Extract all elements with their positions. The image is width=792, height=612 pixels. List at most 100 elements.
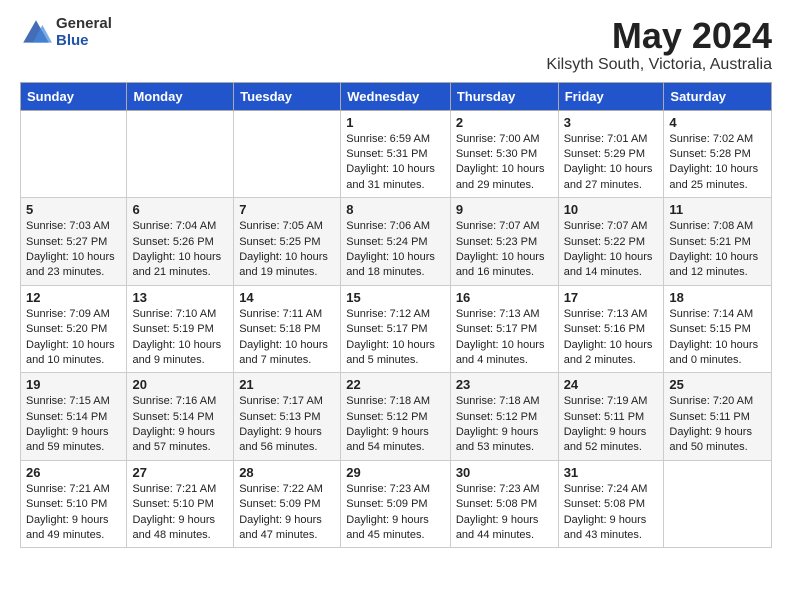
calendar-week-4: 19Sunrise: 7:15 AMSunset: 5:14 PMDayligh… <box>21 373 772 461</box>
day-number: 6 <box>132 202 228 217</box>
day-number: 10 <box>564 202 659 217</box>
day-number: 16 <box>456 290 553 305</box>
calendar-cell: 23 Sunrise: 7:18 AMSunset: 5:12 PMDayligh… <box>450 373 558 461</box>
header-tuesday: Tuesday <box>234 82 341 110</box>
calendar-cell: 13Sunrise: 7:10 AMSunset: 5:19 PMDayligh… <box>127 285 234 373</box>
day-info: Sunrise: 7:03 AMSunset: 5:27 PMDaylight:… <box>26 219 121 281</box>
day-number: 22 <box>346 377 445 392</box>
logo: General Blue <box>20 16 112 49</box>
calendar-cell: 10 Sunrise: 7:07 AMSunset: 5:22 PMDayligh… <box>558 198 664 286</box>
day-info: Sunrise: 7:02 AMSunset: 5:28 PMDaylight:… <box>669 132 766 194</box>
title-block: May 2024 Kilsyth South, Victoria, Austra… <box>546 16 772 74</box>
calendar-week-1: 1 Sunrise: 6:59 AMSunset: 5:31 PMDaylight… <box>21 110 772 198</box>
day-number: 24 <box>564 377 659 392</box>
calendar-cell: 3 Sunrise: 7:01 AMSunset: 5:29 PMDaylight… <box>558 110 664 198</box>
day-number: 30 <box>456 465 553 480</box>
calendar-cell: 30Sunrise: 7:23 AMSunset: 5:08 PMDayligh… <box>450 460 558 548</box>
day-info: Sunrise: 7:21 AMSunset: 5:10 PMDaylight:… <box>132 482 228 544</box>
logo-icon <box>20 17 52 49</box>
day-info: Sunrise: 7:20 AMSunset: 5:11 PMDaylight:… <box>669 394 766 456</box>
day-number: 4 <box>669 115 766 130</box>
calendar-cell: 17Sunrise: 7:13 AMSunset: 5:16 PMDayligh… <box>558 285 664 373</box>
calendar-week-3: 12Sunrise: 7:09 AMSunset: 5:20 PMDayligh… <box>21 285 772 373</box>
day-number: 18 <box>669 290 766 305</box>
day-number: 2 <box>456 115 553 130</box>
day-number: 1 <box>346 115 445 130</box>
day-info: Sunrise: 7:24 AMSunset: 5:08 PMDaylight:… <box>564 482 659 544</box>
day-info: Sunrise: 7:01 AMSunset: 5:29 PMDaylight:… <box>564 132 659 194</box>
day-number: 27 <box>132 465 228 480</box>
day-info: Sunrise: 7:06 AMSunset: 5:24 PMDaylight:… <box>346 219 445 281</box>
calendar-week-5: 26Sunrise: 7:21 AMSunset: 5:10 PMDayligh… <box>21 460 772 548</box>
day-info: Sunrise: 7:08 AMSunset: 5:21 PMDaylight:… <box>669 219 766 281</box>
day-number: 5 <box>26 202 121 217</box>
calendar-cell: 5 Sunrise: 7:03 AMSunset: 5:27 PMDaylight… <box>21 198 127 286</box>
calendar-cell: 29Sunrise: 7:23 AMSunset: 5:09 PMDayligh… <box>341 460 451 548</box>
day-number: 15 <box>346 290 445 305</box>
calendar-cell: 26Sunrise: 7:21 AMSunset: 5:10 PMDayligh… <box>21 460 127 548</box>
calendar-cell: 4 Sunrise: 7:02 AMSunset: 5:28 PMDaylight… <box>664 110 772 198</box>
calendar-cell: 20 Sunrise: 7:16 AMSunset: 5:14 PMDayligh… <box>127 373 234 461</box>
calendar-cell: 6 Sunrise: 7:04 AMSunset: 5:26 PMDaylight… <box>127 198 234 286</box>
calendar-cell: 27 Sunrise: 7:21 AMSunset: 5:10 PMDayligh… <box>127 460 234 548</box>
day-number: 9 <box>456 202 553 217</box>
day-info: Sunrise: 7:22 AMSunset: 5:09 PMDaylight:… <box>239 482 335 544</box>
calendar-cell: 16 Sunrise: 7:13 AMSunset: 5:17 PMDayligh… <box>450 285 558 373</box>
day-info: Sunrise: 7:18 AMSunset: 5:12 PMDaylight:… <box>346 394 445 456</box>
calendar-cell: 9 Sunrise: 7:07 AMSunset: 5:23 PMDaylight… <box>450 198 558 286</box>
calendar-cell: 19Sunrise: 7:15 AMSunset: 5:14 PMDayligh… <box>21 373 127 461</box>
day-number: 13 <box>132 290 228 305</box>
day-number: 7 <box>239 202 335 217</box>
day-info: Sunrise: 7:13 AMSunset: 5:16 PMDaylight:… <box>564 307 659 369</box>
calendar-week-2: 5 Sunrise: 7:03 AMSunset: 5:27 PMDaylight… <box>21 198 772 286</box>
day-info: Sunrise: 7:12 AMSunset: 5:17 PMDaylight:… <box>346 307 445 369</box>
calendar-cell: 22 Sunrise: 7:18 AMSunset: 5:12 PMDayligh… <box>341 373 451 461</box>
header-row: Sunday Monday Tuesday Wednesday Thursday… <box>21 82 772 110</box>
calendar-cell <box>234 110 341 198</box>
logo-blue: Blue <box>56 33 112 50</box>
header-thursday: Thursday <box>450 82 558 110</box>
day-info: Sunrise: 7:07 AMSunset: 5:22 PMDaylight:… <box>564 219 659 281</box>
calendar-cell: 14 Sunrise: 7:11 AMSunset: 5:18 PMDayligh… <box>234 285 341 373</box>
day-number: 29 <box>346 465 445 480</box>
calendar-table: Sunday Monday Tuesday Wednesday Thursday… <box>20 82 772 549</box>
day-info: Sunrise: 7:21 AMSunset: 5:10 PMDaylight:… <box>26 482 121 544</box>
calendar-cell: 11Sunrise: 7:08 AMSunset: 5:21 PMDayligh… <box>664 198 772 286</box>
subtitle: Kilsyth South, Victoria, Australia <box>546 56 772 74</box>
header: General Blue May 2024 Kilsyth South, Vic… <box>20 16 772 74</box>
calendar-cell: 2Sunrise: 7:00 AMSunset: 5:30 PMDaylight… <box>450 110 558 198</box>
calendar-header: Sunday Monday Tuesday Wednesday Thursday… <box>21 82 772 110</box>
calendar-cell <box>664 460 772 548</box>
logo-general: General <box>56 16 112 33</box>
day-number: 31 <box>564 465 659 480</box>
day-number: 19 <box>26 377 121 392</box>
day-info: Sunrise: 7:18 AMSunset: 5:12 PMDaylight:… <box>456 394 553 456</box>
calendar-cell: 21Sunrise: 7:17 AMSunset: 5:13 PMDayligh… <box>234 373 341 461</box>
calendar-cell: 8Sunrise: 7:06 AMSunset: 5:24 PMDaylight… <box>341 198 451 286</box>
calendar-cell: 1 Sunrise: 6:59 AMSunset: 5:31 PMDaylight… <box>341 110 451 198</box>
day-info: Sunrise: 6:59 AMSunset: 5:31 PMDaylight:… <box>346 132 445 194</box>
day-info: Sunrise: 7:04 AMSunset: 5:26 PMDaylight:… <box>132 219 228 281</box>
day-info: Sunrise: 7:19 AMSunset: 5:11 PMDaylight:… <box>564 394 659 456</box>
day-number: 20 <box>132 377 228 392</box>
day-info: Sunrise: 7:13 AMSunset: 5:17 PMDaylight:… <box>456 307 553 369</box>
calendar-cell: 28Sunrise: 7:22 AMSunset: 5:09 PMDayligh… <box>234 460 341 548</box>
day-number: 21 <box>239 377 335 392</box>
page: General Blue May 2024 Kilsyth South, Vic… <box>0 0 792 564</box>
day-info: Sunrise: 7:07 AMSunset: 5:23 PMDaylight:… <box>456 219 553 281</box>
day-number: 23 <box>456 377 553 392</box>
day-number: 3 <box>564 115 659 130</box>
calendar-cell <box>21 110 127 198</box>
day-info: Sunrise: 7:16 AMSunset: 5:14 PMDaylight:… <box>132 394 228 456</box>
header-wednesday: Wednesday <box>341 82 451 110</box>
calendar-cell: 18Sunrise: 7:14 AMSunset: 5:15 PMDayligh… <box>664 285 772 373</box>
calendar-cell: 24 Sunrise: 7:19 AMSunset: 5:11 PMDayligh… <box>558 373 664 461</box>
calendar-cell <box>127 110 234 198</box>
day-number: 14 <box>239 290 335 305</box>
day-info: Sunrise: 7:11 AMSunset: 5:18 PMDaylight:… <box>239 307 335 369</box>
main-title: May 2024 <box>546 16 772 56</box>
header-saturday: Saturday <box>664 82 772 110</box>
calendar-body: 1 Sunrise: 6:59 AMSunset: 5:31 PMDaylight… <box>21 110 772 548</box>
day-number: 25 <box>669 377 766 392</box>
calendar-cell: 25 Sunrise: 7:20 AMSunset: 5:11 PMDayligh… <box>664 373 772 461</box>
